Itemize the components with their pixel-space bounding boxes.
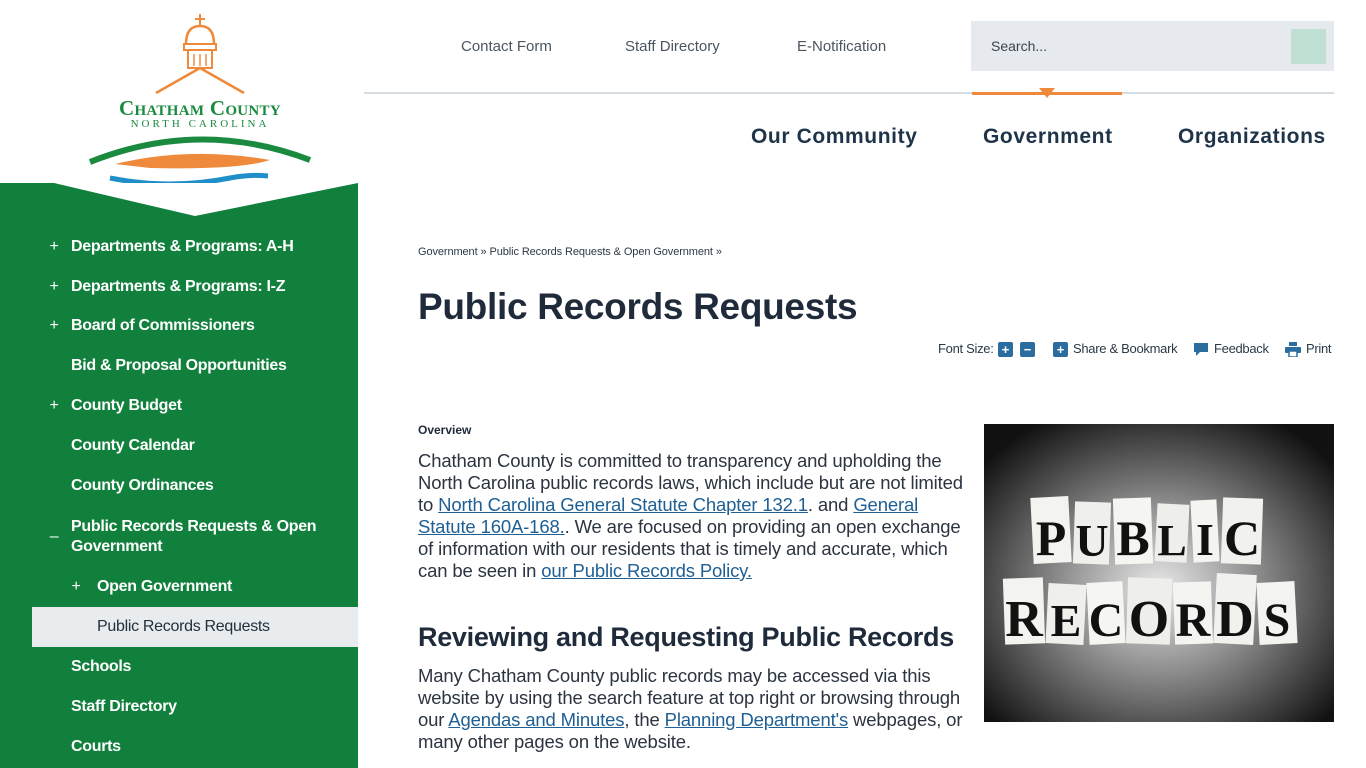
overview-label: Overview — [418, 423, 472, 437]
sidebar-item-label: Bid & Proposal Opportunities — [71, 357, 287, 375]
print-link[interactable]: Print — [1306, 341, 1332, 356]
nav-organizations[interactable]: Organizations — [1178, 125, 1326, 149]
svg-text:D: D — [1216, 591, 1254, 648]
svg-text:R: R — [1005, 591, 1044, 648]
svg-text:E: E — [1051, 595, 1082, 646]
search-button[interactable] — [1291, 29, 1326, 64]
planning-department-link[interactable]: Planning Department's — [665, 709, 849, 730]
svg-text:R: R — [1176, 594, 1212, 647]
print-icon[interactable] — [1285, 342, 1301, 357]
contact-form-link[interactable]: Contact Form — [461, 38, 552, 55]
intro-text-2: . and — [807, 494, 854, 515]
sidebar-item-label: Board of Commissioners — [71, 317, 255, 335]
staff-directory-link[interactable]: Staff Directory — [625, 38, 720, 55]
nc-statute-132-link[interactable]: North Carolina General Statute Chapter 1… — [438, 494, 808, 515]
expand-icon[interactable]: + — [47, 238, 61, 256]
sidebar-item-open-government[interactable]: + Open Government — [0, 568, 358, 608]
svg-text:C: C — [1224, 510, 1260, 566]
sidebar-notch — [0, 183, 358, 216]
breadcrumb-government[interactable]: Government — [418, 246, 478, 258]
collapse-icon[interactable]: – — [47, 528, 61, 546]
font-size-label: Font Size: — [938, 341, 994, 356]
public-records-policy-link[interactable]: our Public Records Policy. — [541, 560, 752, 581]
logo[interactable]: Chatham County NORTH CAROLINA — [0, 0, 358, 187]
sidebar-item-label: Departments & Programs: I-Z — [71, 277, 286, 295]
sidebar-nav: + Departments & Programs: A-H + Departme… — [0, 227, 358, 767]
font-decrease-icon[interactable]: − — [1020, 342, 1035, 357]
sidebar-item-label: Public Records Requests & Open Governmen… — [71, 517, 317, 555]
sidebar-item-public-records-requests[interactable]: Public Records Requests — [32, 607, 358, 648]
sidebar-item-label: County Budget — [71, 397, 182, 415]
svg-text:L: L — [1157, 516, 1186, 565]
sidebar-item-label: Staff Directory — [71, 697, 177, 715]
image-word-public: P U B L I C — [1030, 496, 1264, 566]
svg-text:C: C — [1089, 594, 1124, 647]
caret-down-icon — [1039, 88, 1055, 98]
sidebar-item-board-of-commissioners[interactable]: + Board of Commissioners — [0, 307, 358, 347]
agendas-minutes-link[interactable]: Agendas and Minutes — [448, 709, 624, 730]
e-notification-link[interactable]: E-Notification — [797, 38, 886, 55]
sidebar-item-staff-directory[interactable]: Staff Directory — [0, 687, 358, 727]
expand-icon[interactable]: + — [47, 317, 61, 335]
search-box — [971, 21, 1334, 71]
share-bookmark-link[interactable]: Share & Bookmark — [1073, 341, 1178, 356]
expand-icon[interactable]: + — [69, 578, 83, 596]
share-icon[interactable]: + — [1053, 342, 1068, 357]
feedback-icon[interactable] — [1193, 342, 1209, 357]
sidebar-item-bid-proposal[interactable]: Bid & Proposal Opportunities — [0, 346, 358, 386]
expand-icon[interactable]: + — [47, 397, 61, 415]
feedback-link[interactable]: Feedback — [1214, 341, 1269, 356]
breadcrumb-separator: » — [715, 246, 722, 258]
header-divider — [364, 92, 1334, 94]
sidebar-item-county-calendar[interactable]: County Calendar — [0, 426, 358, 466]
breadcrumb-public-records-open-government[interactable]: Public Records Requests & Open Governmen… — [490, 246, 713, 258]
svg-text:B: B — [1116, 510, 1149, 566]
reviewing-paragraph: Many Chatham County public records may b… — [418, 665, 966, 753]
svg-text:S: S — [1264, 594, 1291, 647]
section-heading: Reviewing and Requesting Public Records — [418, 622, 954, 652]
nav-our-community[interactable]: Our Community — [751, 125, 917, 149]
sidebar-item-county-budget[interactable]: + County Budget — [0, 386, 358, 426]
sidebar-item-label: Schools — [71, 658, 132, 676]
sidebar-item-public-records-open-government[interactable]: – Public Records Requests & Open Governm… — [0, 506, 358, 568]
svg-text:O: O — [1129, 591, 1169, 648]
public-records-image: P U B L I C R E C O R D S — [984, 424, 1334, 722]
sidebar-item-label: County Calendar — [71, 436, 195, 454]
sidebar-item-label: Courts — [71, 737, 121, 755]
sidebar-item-departments-i-z[interactable]: + Departments & Programs: I-Z — [0, 267, 358, 307]
sidebar-item-schools[interactable]: Schools — [0, 647, 358, 687]
sidebar-item-label: Open Government — [97, 578, 233, 596]
sidebar-item-county-ordinances[interactable]: County Ordinances — [0, 466, 358, 506]
intro-paragraph: Chatham County is committed to transpare… — [418, 450, 966, 582]
logo-subtitle: NORTH CAROLINA — [130, 118, 270, 130]
svg-text:I: I — [1196, 514, 1214, 565]
svg-text:P: P — [1036, 510, 1067, 566]
review-text-2: , the — [624, 709, 665, 730]
breadcrumb-separator: » — [480, 246, 487, 258]
sidebar-item-label: Public Records Requests — [97, 618, 270, 636]
sidebar-item-label: County Ordinances — [71, 476, 214, 494]
sidebar-item-courts[interactable]: Courts — [0, 727, 358, 767]
sidebar-item-departments-a-h[interactable]: + Departments & Programs: A-H — [0, 227, 358, 267]
font-increase-icon[interactable]: + — [998, 342, 1013, 357]
expand-icon[interactable]: + — [47, 278, 61, 296]
page-title: Public Records Requests — [418, 286, 858, 327]
sidebar-item-label: Departments & Programs: A-H — [71, 237, 294, 255]
breadcrumb: Government » Public Records Requests & O… — [418, 246, 722, 258]
svg-text:U: U — [1075, 515, 1108, 566]
nav-government[interactable]: Government — [983, 125, 1113, 149]
search-input[interactable] — [971, 21, 1271, 71]
